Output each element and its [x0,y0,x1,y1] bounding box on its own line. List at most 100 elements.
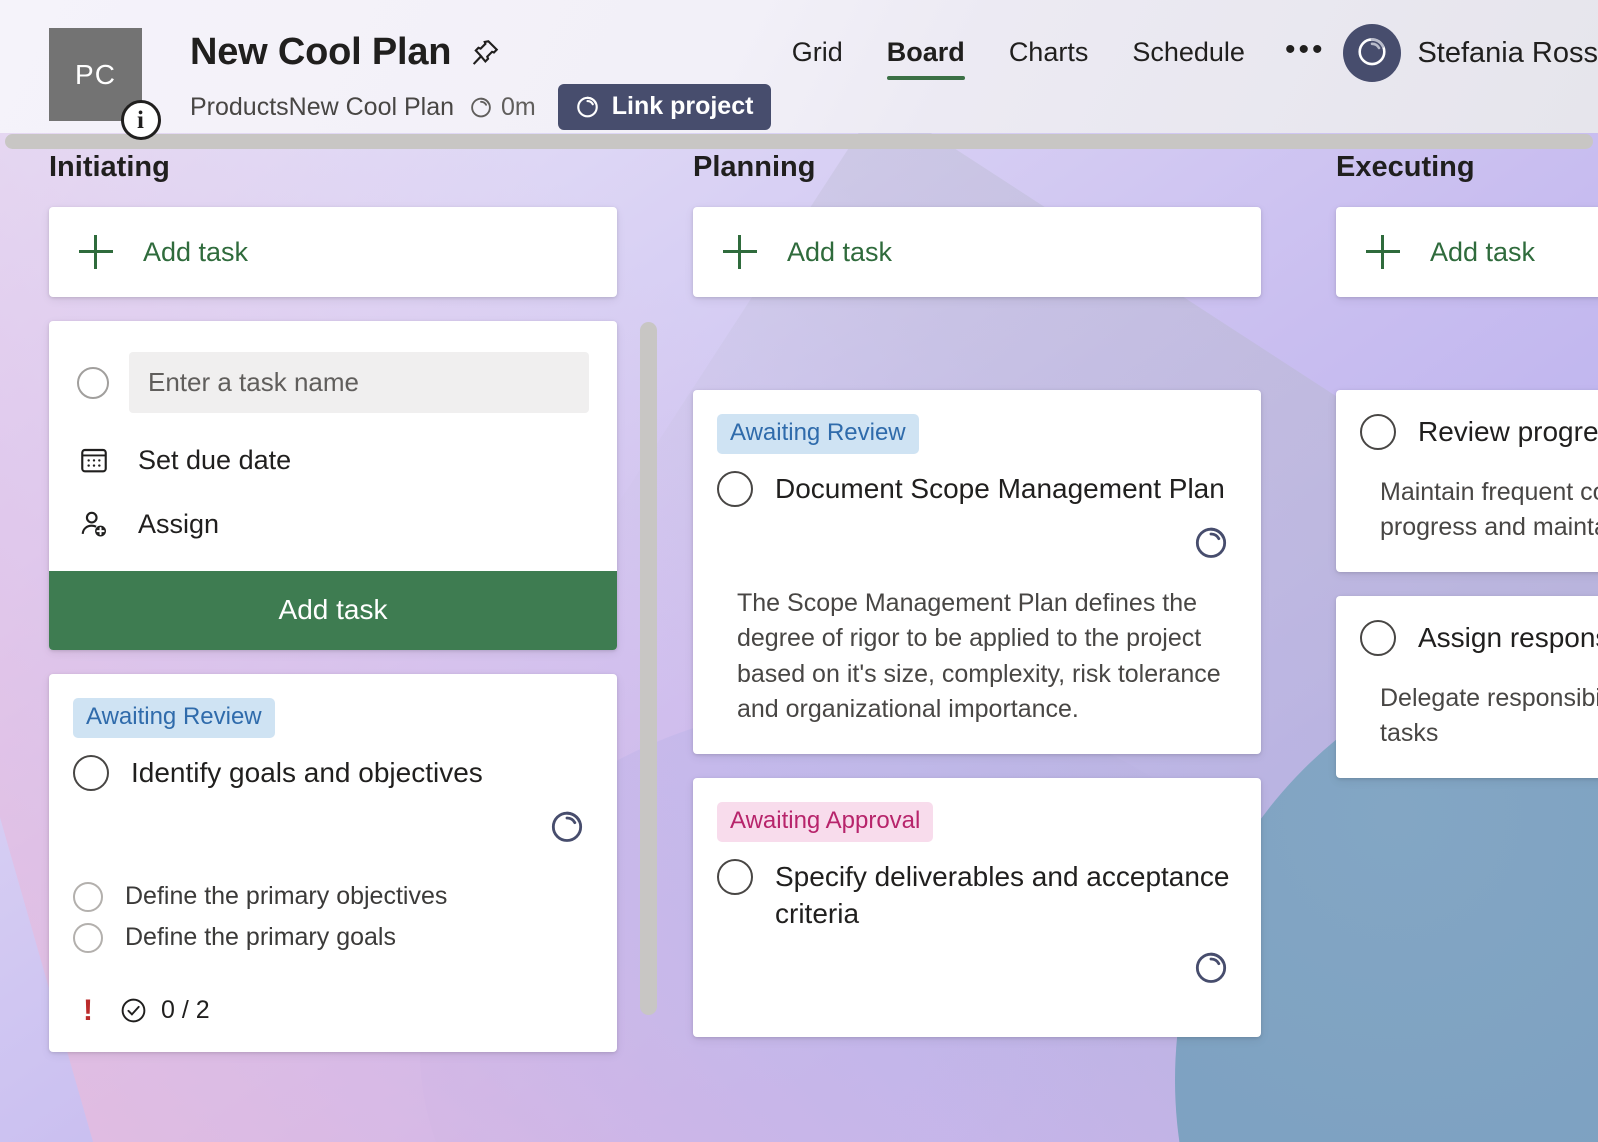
add-task-label: Add task [1430,236,1536,267]
task-description: Maintain frequent contact with project p… [1380,477,1598,542]
task-card[interactable]: Assign responsibilities Delegate respons… [1336,595,1598,778]
ring-progress-icon [574,93,601,120]
task-complete-checkbox[interactable] [73,755,109,791]
task-description: Delegate responsibilities assignments an… [1380,683,1598,748]
status-badge: Awaiting Approval [717,801,934,842]
board-column-planning: Planning Add task Awaiting Review Docume… [693,151,1261,1061]
plan-title-row: New Cool Plan [190,31,771,74]
ring-progress-icon [1191,522,1231,562]
task-card[interactable]: Awaiting Review Identify goals and objec… [49,674,617,1052]
planner-board-app: PC i New Cool Plan ProductsNew Cool Plan [0,0,1598,1142]
user-name: Stefania Ross [1417,36,1598,69]
plan-subtitle-row: ProductsNew Cool Plan 0m Link project [190,84,772,130]
column-spacer [693,321,1261,390]
ring-progress-icon [1191,947,1231,987]
ring-progress-icon [1354,33,1390,74]
breadcrumb: ProductsNew Cool Plan [190,92,455,121]
list-item[interactable]: Define the primary objectives [73,877,589,918]
tab-charts[interactable]: Charts [987,33,1111,84]
task-title: Identify goals and objectives [131,757,483,788]
app-header: PC i New Cool Plan ProductsNew Cool Plan [0,0,1598,140]
task-complete-checkbox[interactable] [1360,414,1396,450]
add-task-button[interactable]: Add task [49,207,617,297]
plus-icon [1366,235,1400,269]
checkmark-circle-icon [119,996,148,1025]
new-task-composer: Set due date Assign [49,321,617,650]
task-title: Document Scope Management Plan [775,473,1225,504]
task-complete-checkbox[interactable] [717,858,753,895]
submit-add-task-button[interactable]: Add task [49,571,617,650]
header-plan-identity: PC i New Cool Plan ProductsNew Cool Plan [49,28,772,140]
time-tracked: 0m [468,93,536,122]
avatar [1343,24,1402,82]
add-task-button[interactable]: Add task [1336,207,1598,297]
page-title: New Cool Plan [190,31,452,73]
board-column-executing: Executing Add task Review progress Maint… [1336,151,1598,802]
tab-grid[interactable]: Grid [770,33,865,84]
ring-progress-icon [547,806,587,846]
header-navigation: Grid Board Charts Schedule ••• Stefania … [770,24,1598,92]
checklist-progress: 0 / 2 [119,996,210,1025]
assign-button[interactable]: Assign [77,507,589,541]
vertical-scrollbar-thumb[interactable] [640,322,657,1015]
add-task-label: Add task [143,236,249,267]
plan-initials: PC [75,58,116,90]
task-progress-row [73,806,587,846]
column-spacer [1336,321,1598,390]
task-title-row: Review progress [1360,414,1598,451]
pin-icon[interactable] [469,37,501,69]
task-complete-checkbox[interactable] [77,366,109,399]
user-menu[interactable]: Stefania Ross [1343,24,1598,92]
task-progress-row [717,522,1231,562]
add-task-button[interactable]: Add task [693,207,1261,297]
person-add-icon [77,507,111,541]
task-complete-checkbox[interactable] [1360,619,1396,656]
link-project-button[interactable]: Link project [557,84,772,130]
subtask-checkbox[interactable] [73,881,103,912]
tab-board[interactable]: Board [865,33,987,84]
composer-body: Set due date Assign [49,321,617,571]
board-columns: Initiating Add task Enter a task name Se… [0,151,1598,1142]
time-value: 0m [501,92,536,121]
task-card-footer: ! 0 / 2 [73,993,589,1027]
task-title: Specify deliverables and acceptance crit… [775,860,1230,929]
plan-avatar: PC i [49,28,161,140]
set-due-date-label: Set due date [138,444,292,475]
status-badge: Awaiting Review [717,414,919,454]
column-title: Executing [1336,151,1475,183]
task-title: Assign responsibilities [1418,621,1598,653]
list-item[interactable]: Define the primary goals [73,918,589,959]
plan-title-block: New Cool Plan ProductsNew Cool Plan 0m L… [190,28,772,130]
tab-schedule[interactable]: Schedule [1110,33,1267,84]
checklist-count: 0 / 2 [161,996,210,1025]
plus-icon [723,235,757,269]
subtask-label: Define the primary goals [125,923,396,952]
task-card[interactable]: Awaiting Review Document Scope Managemen… [693,390,1261,754]
set-due-date-button[interactable]: Set due date [77,443,589,477]
link-project-label: Link project [611,92,754,120]
task-card[interactable]: Review progress Maintain frequent contac… [1336,390,1598,572]
calendar-icon [77,443,111,477]
column-title: Planning [693,151,816,183]
horizontal-scrollbar-thumb[interactable] [5,134,1593,149]
column-title: Initiating [49,151,170,183]
task-title-row: Document Scope Management Plan [717,471,1233,508]
composer-name-row [77,352,589,413]
priority-high-icon: ! [83,993,93,1027]
info-icon[interactable]: i [121,100,161,140]
horizontal-scrollbar[interactable] [0,133,1598,151]
add-task-label: Add task [787,236,893,267]
task-title-row: Assign responsibilities [1360,619,1598,657]
task-title: Review progress [1418,416,1598,447]
subtask-label: Define the primary objectives [125,882,448,911]
task-complete-checkbox[interactable] [717,471,753,507]
task-card[interactable]: Awaiting Approval Specify deliverables a… [693,777,1261,1037]
plus-icon [79,235,113,269]
assign-label: Assign [138,508,220,539]
task-title-row: Specify deliverables and acceptance crit… [717,858,1233,933]
subtask-checkbox[interactable] [73,922,103,953]
card-bottom-spacer [717,987,1233,1011]
more-options-icon[interactable]: ••• [1267,34,1344,75]
board-column-initiating: Initiating Add task Enter a task name Se… [49,151,617,1076]
task-name-input[interactable] [129,352,589,413]
